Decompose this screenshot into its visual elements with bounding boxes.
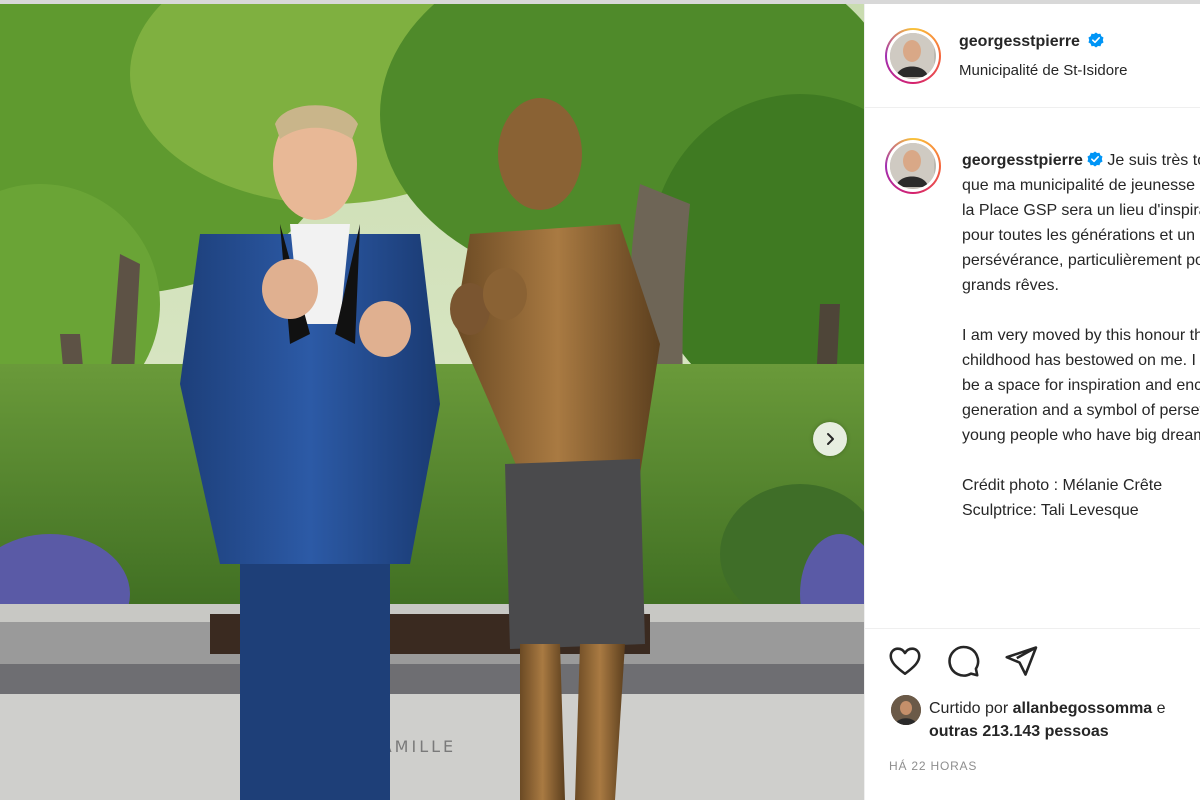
likes-summary: Curtido por allanbegossomma e outras 213… xyxy=(929,697,1200,743)
comment-icon[interactable] xyxy=(945,643,981,679)
liker-username[interactable]: allanbegossomma xyxy=(1013,700,1153,717)
author-username[interactable]: georgesstpierre xyxy=(959,33,1080,50)
caption-area: georgesstpierre Je suis très touché par … xyxy=(865,108,1200,630)
caption-text-block: georgesstpierre Je suis très touché par … xyxy=(962,148,1200,523)
author-avatar[interactable] xyxy=(885,28,941,84)
avatar-icon xyxy=(890,33,934,77)
post-panel: georgesstpierre Municipalité de St-Isido… xyxy=(864,4,1200,800)
caption-avatar[interactable] xyxy=(885,138,941,194)
likes-and: e xyxy=(1152,700,1166,717)
verified-badge-icon xyxy=(1088,32,1104,48)
next-photo-button[interactable] xyxy=(813,422,847,456)
post-location[interactable]: Municipalité de St-Isidore xyxy=(959,62,1127,79)
likes-prefix: Curtido por xyxy=(929,700,1013,717)
avatar-icon xyxy=(890,143,934,187)
likes-others[interactable]: outras 213.143 pessoas xyxy=(929,723,1109,740)
share-icon[interactable] xyxy=(1003,643,1039,679)
heart-icon[interactable] xyxy=(887,643,923,679)
photo-illustration: FAMILLE xyxy=(0,4,864,800)
action-bar: Curtido por allanbegossomma e outras 213… xyxy=(865,628,1200,800)
chevron-right-icon xyxy=(827,433,834,445)
caption-body: Je suis très touché par cet honneur que … xyxy=(962,152,1200,519)
post-timestamp[interactable]: HÁ 22 HORAS xyxy=(889,759,977,773)
post-photo[interactable]: FAMILLE xyxy=(0,4,864,800)
post-header: georgesstpierre Municipalité de St-Isido… xyxy=(865,4,1200,108)
caption-username[interactable]: georgesstpierre xyxy=(962,152,1083,169)
verified-badge-icon xyxy=(1087,151,1103,167)
liker-avatar[interactable] xyxy=(891,695,921,725)
avatar-icon xyxy=(891,695,921,725)
